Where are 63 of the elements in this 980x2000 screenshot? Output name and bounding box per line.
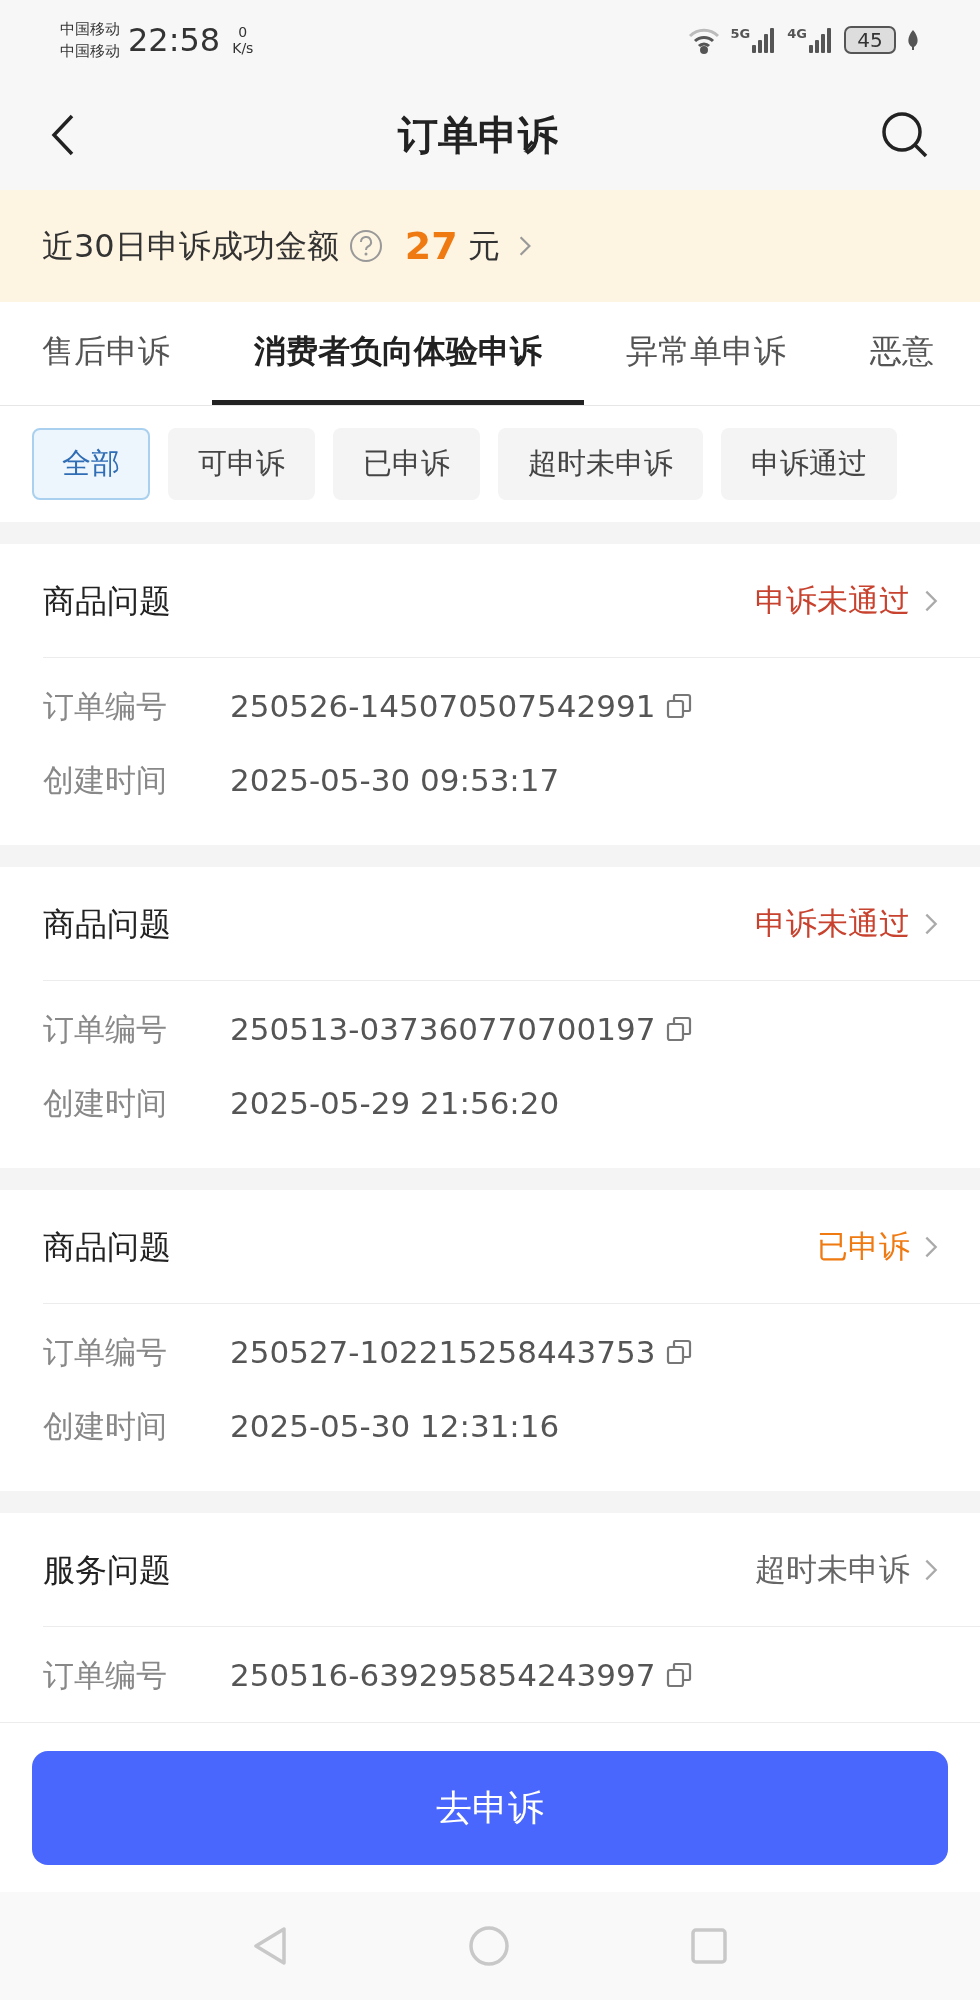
network-label: 5G	[730, 27, 751, 40]
field-label: 创建时间	[43, 1083, 168, 1123]
appeal-card[interactable]: 商品问题 申诉未通过 订单编号 250526-145070507542991 创建时间 2025-05-30 09:53:17	[0, 544, 980, 845]
signal-icon	[808, 27, 834, 53]
leaf-icon	[906, 29, 920, 51]
filter-chip[interactable]: 申诉通过	[721, 428, 897, 500]
appeal-status: 申诉未通过	[755, 581, 910, 621]
filter-chip[interactable]: 已申诉	[333, 428, 480, 500]
copy-icon[interactable]	[665, 1015, 694, 1043]
field-value: 250513-037360770700197	[230, 1009, 656, 1049]
copy-icon[interactable]	[665, 1661, 694, 1689]
chevron-right-icon	[924, 1557, 938, 1582]
field-label: 订单编号	[43, 1009, 168, 1049]
search-icon[interactable]	[880, 110, 930, 160]
back-icon[interactable]	[50, 113, 76, 157]
field-label: 订单编号	[43, 1332, 168, 1372]
battery-indicator: 45	[844, 26, 896, 54]
field-value: 250526-145070507542991	[230, 686, 656, 726]
issue-type: 商品问题	[43, 1226, 171, 1268]
amount-value: 27	[404, 222, 458, 270]
field-value: 250527-102215258443753	[230, 1332, 656, 1372]
carrier-name: 中国移动	[60, 41, 120, 62]
network-speed: 0	[238, 24, 248, 40]
carrier-name: 中国移动	[60, 19, 120, 40]
field-label: 创建时间	[43, 1406, 168, 1446]
amount-unit: 元	[467, 226, 500, 267]
page-title: 订单申诉	[396, 111, 559, 160]
field-label: 订单编号	[43, 686, 168, 726]
category-tab[interactable]: 售后申诉	[0, 302, 212, 405]
appeal-card[interactable]: 商品问题 申诉未通过 订单编号 250513-037360770700197 创建时间 2025-05-29 21:56:20	[0, 867, 980, 1168]
category-tab[interactable]: 异常单申诉	[584, 302, 828, 405]
chevron-right-icon	[924, 911, 938, 936]
field-label: 创建时间	[43, 760, 168, 800]
copy-icon[interactable]	[665, 1338, 694, 1366]
category-tab[interactable]: 恶意	[828, 302, 976, 405]
appeal-status: 已申诉	[817, 1227, 910, 1267]
clock-time: 22:58	[128, 20, 221, 61]
appeal-card[interactable]: 商品问题 已申诉 订单编号 250527-102215258443753 创建时间 2025-05-30 12:31:16	[0, 1190, 980, 1491]
appeal-status: 申诉未通过	[755, 904, 910, 944]
issue-type: 商品问题	[43, 903, 171, 945]
summary-banner[interactable]: 近30日申诉成功金额 27 元	[0, 190, 980, 302]
network-label: 4G	[787, 27, 807, 40]
issue-type: 服务问题	[43, 1549, 171, 1591]
filter-chip[interactable]: 可申诉	[168, 428, 315, 500]
appeal-card[interactable]: 服务问题 超时未申诉 订单编号 250516-639295854243997	[0, 1513, 980, 1722]
chevron-right-icon	[924, 1234, 938, 1259]
issue-type: 商品问题	[43, 580, 171, 622]
chevron-right-icon	[924, 588, 938, 613]
filter-chip[interactable]: 全部	[32, 428, 150, 500]
help-icon[interactable]	[348, 229, 383, 263]
wifi-icon	[686, 26, 721, 54]
field-value: 2025-05-29 21:56:20	[230, 1083, 560, 1123]
appeal-status: 超时未申诉	[755, 1550, 910, 1590]
speed-unit: K/s	[232, 40, 254, 56]
appeal-button[interactable]: 去申诉	[32, 1750, 948, 1865]
field-label: 订单编号	[43, 1655, 168, 1695]
banner-label: 近30日申诉成功金额	[42, 226, 339, 267]
copy-icon[interactable]	[665, 692, 694, 720]
field-value: 2025-05-30 12:31:16	[230, 1406, 560, 1446]
field-value: 250516-639295854243997	[230, 1655, 656, 1695]
chevron-right-icon	[517, 235, 532, 257]
field-value: 2025-05-30 09:53:17	[230, 760, 560, 800]
filter-chip[interactable]: 超时未申诉	[498, 428, 703, 500]
